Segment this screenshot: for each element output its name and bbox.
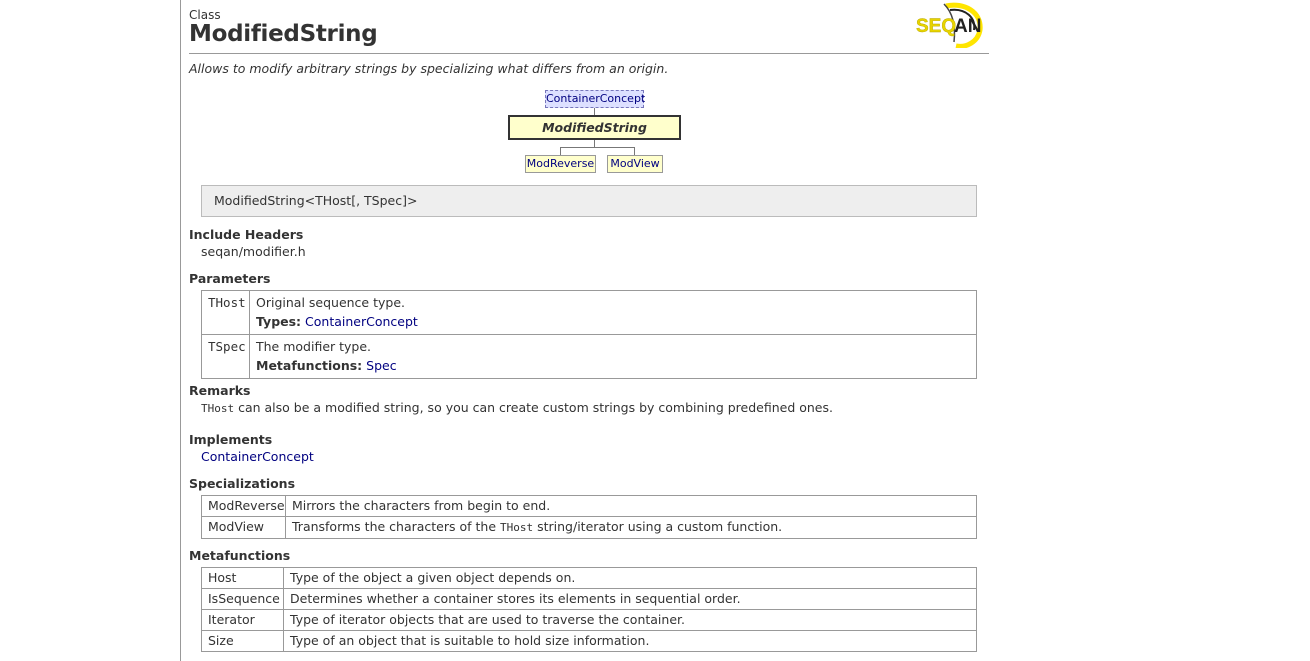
param-type-link[interactable]: ContainerConcept [305, 314, 418, 329]
param-description: The modifier type. [256, 339, 372, 354]
diagram-main-class: ModifiedString [508, 115, 681, 140]
specialization-description: Mirrors the characters from begin to end… [285, 495, 977, 517]
param-metafunction-line: Metafunctions: Spec [256, 356, 970, 375]
metafunction-description: Type of the object a given object depend… [283, 567, 977, 589]
param-description: Original sequence type. [256, 295, 405, 310]
description-text: string/iterator using a custom function. [533, 519, 783, 534]
param-metafunction-label: Metafunctions: [256, 358, 363, 373]
diagram-concept-container[interactable]: ContainerConcept [545, 90, 645, 108]
inheritance-diagram: ContainerConcept ModifiedString ModRever… [189, 0, 989, 180]
diagram-connector [560, 147, 635, 148]
specializations-table: ModReverse Mirrors the characters from b… [201, 495, 977, 539]
param-description-cell: Original sequence type. Types: Container… [249, 290, 977, 335]
section-heading-metafunctions: Metafunctions [189, 548, 291, 563]
table-row: THost Original sequence type. Types: Con… [201, 290, 977, 335]
section-heading-implements: Implements [189, 432, 273, 447]
diagram-connector [594, 108, 595, 115]
doc-content: Class ModifiedString SEQ AN Allows to mo… [189, 0, 989, 652]
param-description-cell: The modifier type. Metafunctions: Spec [249, 334, 977, 379]
metafunctions-table: Host Type of the object a given object d… [201, 567, 977, 652]
param-type-line: Types: ContainerConcept [256, 312, 970, 331]
param-metafunction-link[interactable]: Spec [366, 358, 396, 373]
include-header-value: seqan/modifier.h [201, 244, 306, 259]
description-code: THost [500, 521, 534, 534]
param-type-label: Types: [256, 314, 302, 329]
param-name: THost [201, 290, 250, 335]
table-row: Host Type of the object a given object d… [201, 567, 977, 589]
specialization-description: Transforms the characters of the THost s… [285, 516, 977, 539]
implements-link[interactable]: ContainerConcept [201, 449, 314, 464]
param-name: TSpec [201, 334, 250, 379]
section-heading-include-headers: Include Headers [189, 227, 304, 242]
remarks-code: THost [201, 402, 235, 415]
table-row: IsSequence Determines whether a containe… [201, 588, 977, 610]
metafunction-link[interactable]: Host [201, 567, 284, 589]
diagram-connector [560, 147, 561, 155]
parameters-table: THost Original sequence type. Types: Con… [201, 290, 977, 379]
table-row: ModReverse Mirrors the characters from b… [201, 495, 977, 517]
section-heading-parameters: Parameters [189, 271, 271, 286]
specialization-link[interactable]: ModReverse [201, 495, 286, 517]
description-text: Transforms the characters of the [292, 519, 501, 534]
diagram-child-modreverse[interactable]: ModReverse [525, 155, 596, 173]
remarks-body: can also be a modified string, so you ca… [234, 400, 833, 415]
table-row: TSpec The modifier type. Metafunctions: … [201, 334, 977, 379]
metafunction-description: Determines whether a container stores it… [283, 588, 977, 610]
section-heading-specializations: Specializations [189, 476, 296, 491]
metafunction-link[interactable]: Iterator [201, 609, 284, 631]
remarks-text: THost can also be a modified string, so … [201, 400, 833, 415]
section-heading-remarks: Remarks [189, 383, 251, 398]
diagram-connector [634, 147, 635, 155]
left-border-line [180, 0, 181, 661]
metafunction-link[interactable]: IsSequence [201, 588, 284, 610]
metafunction-description: Type of iterator objects that are used t… [283, 609, 977, 631]
specialization-link[interactable]: ModView [201, 516, 286, 539]
table-row: Size Type of an object that is suitable … [201, 630, 977, 652]
table-row: ModView Transforms the characters of the… [201, 516, 977, 539]
table-row: Iterator Type of iterator objects that a… [201, 609, 977, 631]
metafunction-description: Type of an object that is suitable to ho… [283, 630, 977, 652]
metafunction-link[interactable]: Size [201, 630, 284, 652]
diagram-child-modview[interactable]: ModView [607, 155, 663, 173]
class-signature: ModifiedString<THost[, TSpec]> [201, 185, 977, 217]
